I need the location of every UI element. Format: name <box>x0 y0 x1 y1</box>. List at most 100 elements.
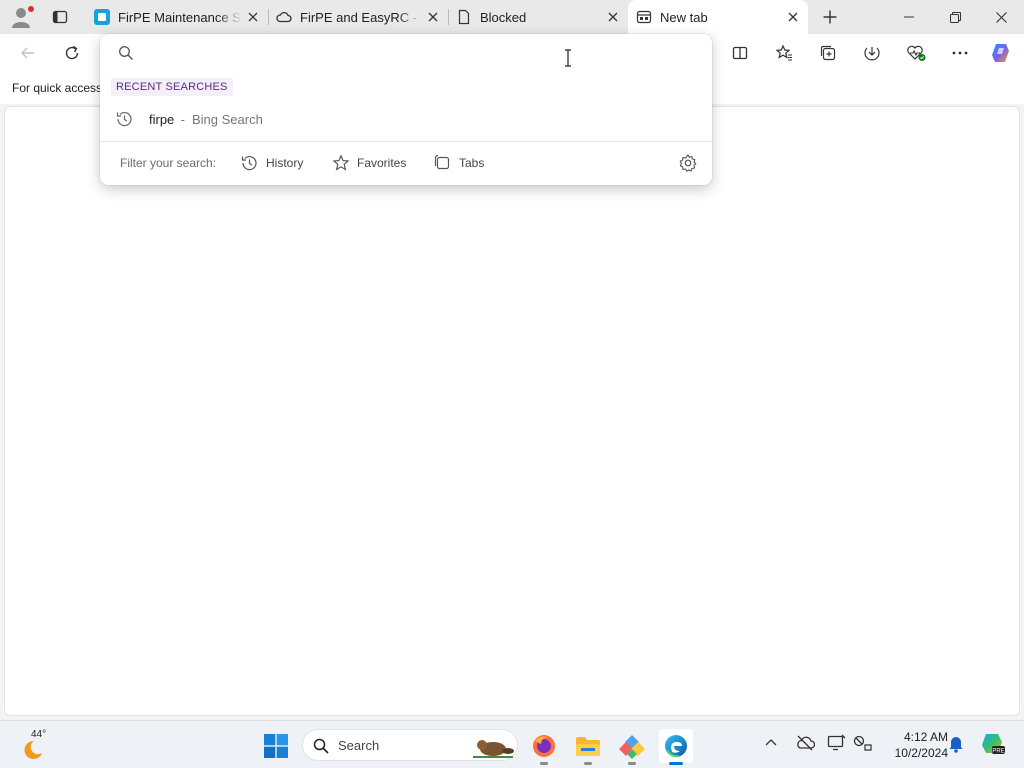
show-hidden-icons-button[interactable] <box>764 737 778 747</box>
tab-title: Blocked <box>480 9 527 25</box>
taskbar-search-label: Search <box>338 738 380 753</box>
taskbar-firefox[interactable] <box>527 729 561 765</box>
tab-close-button[interactable] <box>242 6 264 28</box>
more-dots-icon <box>952 51 968 55</box>
weather-widget[interactable]: 44° <box>16 727 56 763</box>
folder-icon <box>576 737 600 756</box>
restore-button[interactable] <box>932 0 978 34</box>
refresh-icon <box>65 45 79 60</box>
edge-browser-icon <box>665 735 687 758</box>
filter-history-label: History <box>266 156 304 170</box>
windows-taskbar: 44° Search 4:12 AM 10/2/2024 PRE <box>0 720 1024 768</box>
taskbar-app-diamond[interactable] <box>615 729 649 765</box>
tab-new-tab[interactable]: New tab <box>628 0 808 34</box>
profile-icon <box>12 6 34 28</box>
browser-essentials-button[interactable] <box>900 37 932 69</box>
suggestion-query: firpe <box>149 112 175 127</box>
collections-icon <box>820 45 836 61</box>
diamond-app-icon <box>619 735 645 759</box>
favorites-button[interactable] <box>768 37 800 69</box>
split-screen-button[interactable] <box>724 37 756 69</box>
display-tray-button[interactable] <box>827 734 847 752</box>
page-icon <box>458 9 470 25</box>
gear-icon <box>679 154 697 172</box>
running-indicator <box>540 762 548 765</box>
close-icon <box>248 12 258 22</box>
tab-title: FirPE and EasyRC - hu <box>300 9 422 25</box>
minimize-icon <box>904 16 914 18</box>
firpe-app-icon <box>94 9 110 25</box>
filter-favorites-label: Favorites <box>357 156 407 170</box>
onedrive-tray-button[interactable] <box>795 735 815 751</box>
search-settings-button[interactable] <box>678 153 698 173</box>
settings-more-button[interactable] <box>944 37 976 69</box>
minimize-button[interactable] <box>886 0 932 34</box>
cloud-offline-icon <box>797 735 815 751</box>
running-indicator <box>628 762 636 765</box>
svg-text:PRE: PRE <box>992 749 1004 755</box>
firefox-icon <box>533 735 555 757</box>
tab-strip: FirPE Maintenance Sys FirPE and EasyRC -… <box>0 0 1024 34</box>
dropdown-divider <box>100 141 712 142</box>
tab-blocked[interactable]: Blocked <box>448 0 628 34</box>
moon-weather-icon <box>24 740 42 759</box>
collections-button[interactable] <box>812 37 844 69</box>
close-window-button[interactable] <box>978 0 1024 34</box>
tab-close-button[interactable] <box>422 6 444 28</box>
taskbar-search-box[interactable]: Search <box>302 729 518 761</box>
tab-title: New tab <box>660 9 708 25</box>
taskbar-file-explorer[interactable] <box>571 729 605 765</box>
weather-temperature: 44° <box>31 729 47 740</box>
tab-firpe-easyrc[interactable]: FirPE and EasyRC - hu <box>268 0 448 34</box>
copilot-button[interactable] <box>986 37 1018 69</box>
recent-searches-header: RECENT SEARCHES <box>111 78 233 96</box>
new-tab-icon <box>636 10 652 24</box>
active-indicator <box>669 762 683 765</box>
back-arrow-icon <box>21 47 34 59</box>
filter-history-button[interactable]: History <box>240 152 303 174</box>
close-icon <box>995 11 1007 23</box>
close-icon <box>428 12 438 22</box>
filter-tabs-label: Tabs <box>459 156 485 170</box>
copilot-pre-icon: PRE <box>982 734 1005 755</box>
filter-favorites-button[interactable]: Favorites <box>332 152 406 174</box>
clock-date: 10/2/2024 <box>894 746 948 760</box>
tab-firpe-maintenance[interactable]: FirPE Maintenance Sys <box>86 0 268 34</box>
copilot-tray-button[interactable]: PRE <box>980 731 1006 757</box>
star-icon <box>332 154 350 171</box>
taskbar-edge[interactable] <box>659 729 693 765</box>
tab-close-button[interactable] <box>782 6 804 28</box>
browser-essentials-heart-icon <box>907 45 926 61</box>
text-cursor-icon <box>562 49 574 67</box>
tab-title: FirPE Maintenance Sys <box>118 9 242 25</box>
filter-label: Filter your search: <box>120 156 217 170</box>
downloads-button[interactable] <box>856 37 888 69</box>
refresh-button[interactable] <box>56 37 88 69</box>
back-button[interactable] <box>12 37 44 69</box>
start-button[interactable] <box>259 729 293 763</box>
search-icon <box>313 738 329 754</box>
page-content <box>4 106 1020 716</box>
download-icon <box>864 47 880 61</box>
new-tab-button[interactable] <box>816 3 844 31</box>
tray-clock[interactable]: 4:12 AM 10/2/2024 <box>878 729 948 761</box>
history-clock-icon <box>241 156 257 171</box>
tabs-icon <box>434 154 450 170</box>
search-icon <box>118 45 134 61</box>
filter-tabs-button[interactable]: Tabs <box>433 152 484 174</box>
profile-avatar[interactable] <box>6 3 36 31</box>
clock-time: 4:12 AM <box>903 730 948 744</box>
split-screen-icon <box>732 46 748 60</box>
suggestion-source: Bing Search <box>192 112 263 127</box>
close-icon <box>608 12 618 22</box>
suggestion-row[interactable]: firpe - Bing Search <box>100 104 712 134</box>
network-tray-button[interactable] <box>853 735 873 751</box>
tab-close-button[interactable] <box>602 6 624 28</box>
notifications-button[interactable] <box>948 735 964 753</box>
history-clock-icon <box>115 110 133 128</box>
tab-actions-button[interactable] <box>46 3 74 31</box>
address-input[interactable] <box>142 42 692 64</box>
copilot-icon <box>992 44 1009 62</box>
restore-icon <box>949 11 961 23</box>
monitor-icon <box>827 734 846 751</box>
